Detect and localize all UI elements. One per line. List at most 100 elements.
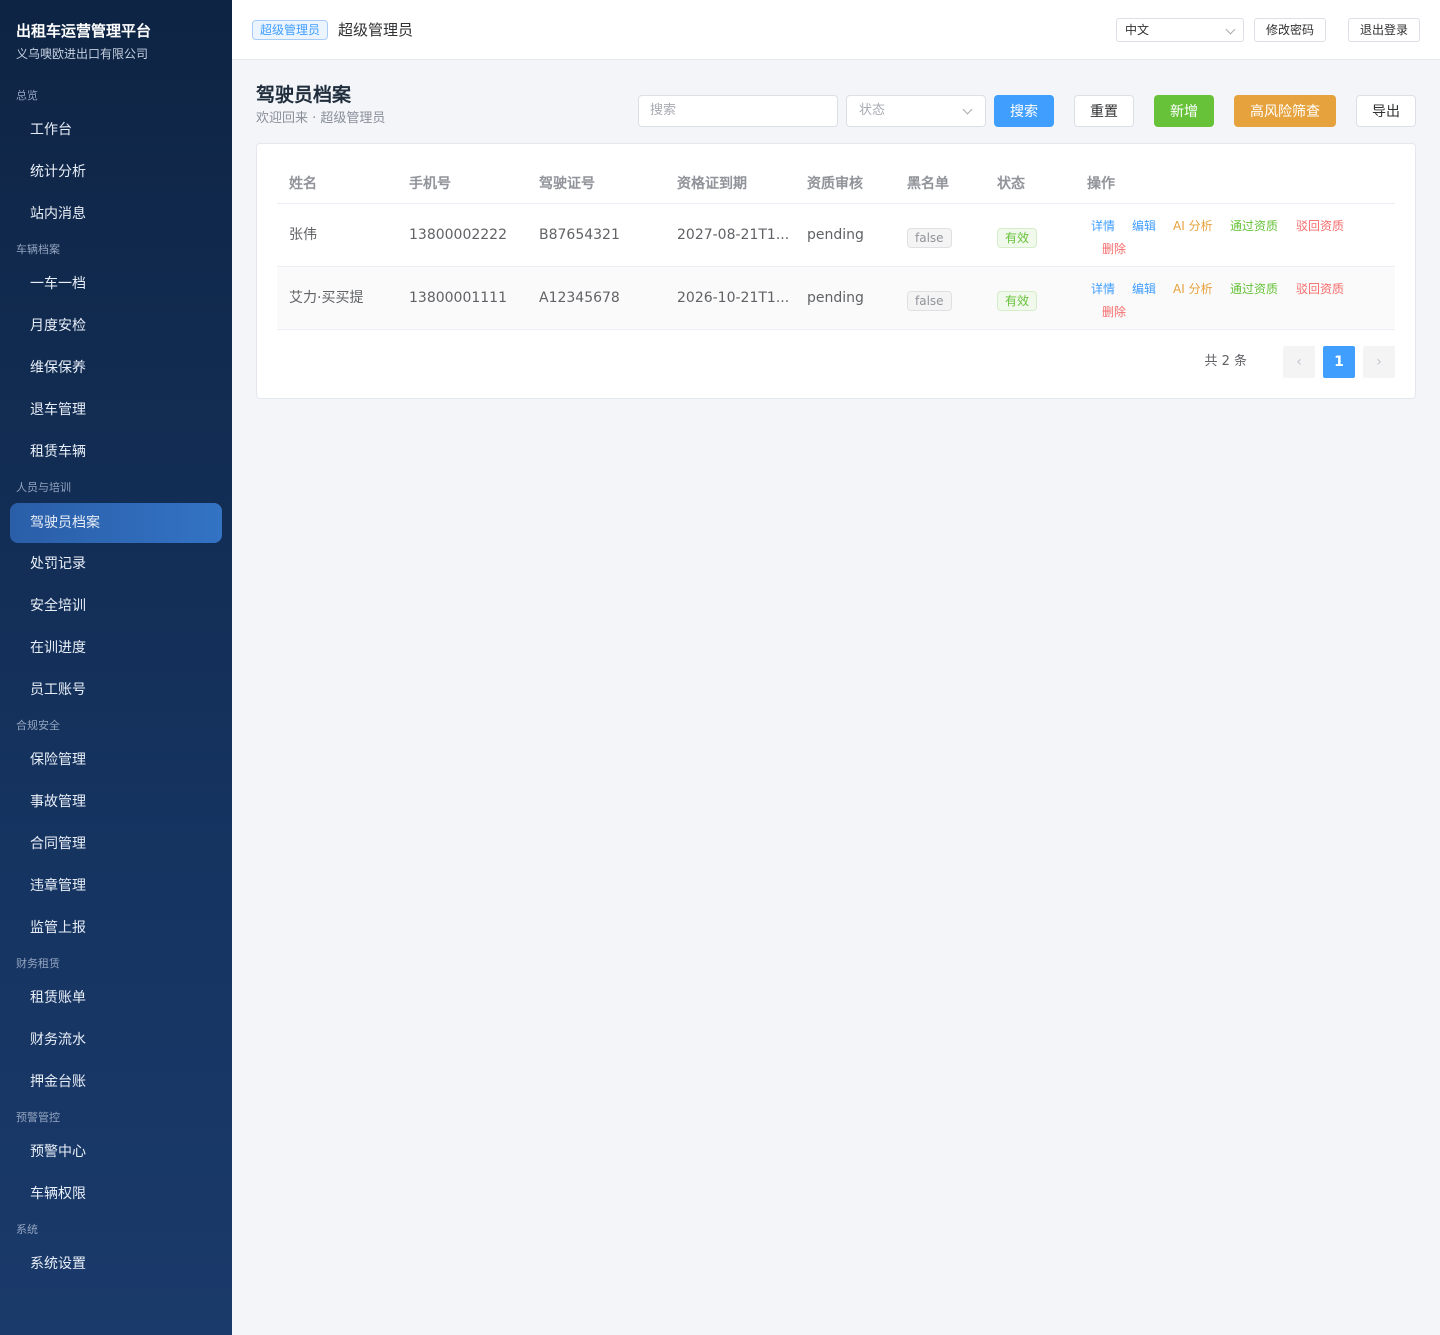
- sidebar: 出租车运营管理平台 义乌噢欧进出口有限公司 总览 工作台 统计分析 站内消息 车…: [0, 0, 232, 1335]
- nav-group-label: 财务租赁: [16, 957, 60, 970]
- ai-analysis-link[interactable]: AI 分析: [1173, 218, 1213, 234]
- column-header-status: 状态: [997, 176, 1025, 192]
- language-value: 中文: [1125, 23, 1150, 37]
- search-button[interactable]: 搜索: [994, 95, 1054, 127]
- sidebar-item-rental-bills[interactable]: 租赁账单: [10, 978, 222, 1020]
- edit-link[interactable]: 编辑: [1132, 281, 1156, 297]
- status-badge: 有效: [997, 228, 1038, 248]
- sidebar-item-system-settings[interactable]: 系统设置: [10, 1244, 222, 1286]
- nav-group-label: 人员与培训: [16, 481, 71, 494]
- chevron-down-icon: [1225, 24, 1236, 35]
- detail-link[interactable]: 详情: [1091, 281, 1115, 297]
- risk-screen-button[interactable]: 高风险筛查: [1234, 95, 1336, 127]
- column-header-phone: 手机号: [409, 176, 451, 192]
- cell-review: pending: [807, 290, 864, 306]
- pagination-total: 共 2 条: [1204, 354, 1247, 369]
- search-input[interactable]: 搜索: [638, 95, 838, 127]
- sidebar-item-deposit-ledger[interactable]: 押金台账: [10, 1062, 222, 1104]
- company-name: 义乌噢欧进出口有限公司: [16, 47, 149, 61]
- cell-cert-expiry: 2026-10-21T1...: [677, 290, 790, 306]
- sidebar-item-vehicle-permissions[interactable]: 车辆权限: [10, 1174, 222, 1216]
- approve-link[interactable]: 通过资质: [1230, 218, 1278, 234]
- status-badge: 有效: [997, 291, 1038, 311]
- delete-link[interactable]: 删除: [1102, 304, 1126, 320]
- app-title: 出租车运营管理平台: [16, 22, 152, 40]
- sidebar-item-contracts[interactable]: 合同管理: [10, 824, 222, 866]
- prev-page-button[interactable]: ‹: [1283, 346, 1315, 378]
- table-header: 姓名 手机号 驾驶证号 资格证到期 资质审核 黑名单 状态 操作: [277, 164, 1395, 204]
- sidebar-item-staff-accounts[interactable]: 员工账号: [10, 670, 222, 712]
- nav-group-label: 系统: [16, 1223, 38, 1236]
- logout-button[interactable]: 退出登录: [1348, 18, 1421, 42]
- column-header-name: 姓名: [289, 176, 317, 192]
- sidebar-item-drivers[interactable]: 驾驶员档案: [10, 503, 222, 543]
- user-name: 超级管理员: [338, 21, 414, 39]
- cell-license: B87654321: [539, 227, 620, 243]
- status-placeholder: 状态: [859, 103, 886, 118]
- sidebar-item-statistics[interactable]: 统计分析: [10, 152, 222, 194]
- reject-link[interactable]: 驳回资质: [1296, 218, 1344, 234]
- cell-phone: 13800002222: [409, 227, 507, 243]
- column-header-review: 资质审核: [807, 176, 863, 192]
- sidebar-item-finance-flow[interactable]: 财务流水: [10, 1020, 222, 1062]
- cell-license: A12345678: [539, 290, 620, 306]
- column-header-blacklist: 黑名单: [907, 176, 949, 192]
- language-select[interactable]: 中文: [1116, 18, 1244, 42]
- reset-button[interactable]: 重置: [1074, 95, 1134, 127]
- nav-group-label: 车辆档案: [16, 243, 60, 256]
- cell-name: 艾力·买买提: [289, 290, 364, 306]
- nav-group-label: 预警管控: [16, 1111, 60, 1124]
- cell-name: 张伟: [289, 227, 317, 243]
- sidebar-item-penalties[interactable]: 处罚记录: [10, 544, 222, 586]
- sidebar-nav: 总览 工作台 统计分析 站内消息 车辆档案 一车一档 月度安检 维保保养 退车管…: [0, 82, 232, 1286]
- page-number-button[interactable]: 1: [1323, 346, 1355, 378]
- driver-table: 姓名 手机号 驾驶证号 资格证到期 资质审核 黑名单 状态 操作 张伟 1380…: [277, 164, 1395, 330]
- change-password-button[interactable]: 修改密码: [1254, 18, 1327, 42]
- status-select[interactable]: 状态: [846, 95, 986, 127]
- sidebar-item-maintenance[interactable]: 维保保养: [10, 348, 222, 390]
- sidebar-item-accidents[interactable]: 事故管理: [10, 782, 222, 824]
- sidebar-item-regulatory-report[interactable]: 监管上报: [10, 908, 222, 950]
- blacklist-tag: false: [907, 291, 952, 311]
- nav-group-label: 总览: [16, 89, 38, 102]
- sidebar-item-safety-training[interactable]: 安全培训: [10, 586, 222, 628]
- edit-link[interactable]: 编辑: [1132, 218, 1156, 234]
- cell-cert-expiry: 2027-08-21T1...: [677, 227, 790, 243]
- pagination: 共 2 条 ‹ 1 ›: [1195, 346, 1395, 378]
- ai-analysis-link[interactable]: AI 分析: [1173, 281, 1213, 297]
- sidebar-item-monthly-inspection[interactable]: 月度安检: [10, 306, 222, 348]
- sidebar-item-messages[interactable]: 站内消息: [10, 194, 222, 236]
- sidebar-item-rental-vehicles[interactable]: 租赁车辆: [10, 432, 222, 474]
- table-row: 张伟 13800002222 B87654321 2027-08-21T1...…: [277, 204, 1395, 267]
- column-header-actions: 操作: [1087, 176, 1115, 192]
- sidebar-item-insurance[interactable]: 保险管理: [10, 740, 222, 782]
- brand: 出租车运营管理平台 义乌噢欧进出口有限公司: [0, 0, 232, 82]
- cell-phone: 13800001111: [409, 290, 507, 306]
- column-header-cert-expiry: 资格证到期: [677, 176, 747, 192]
- sidebar-item-training-progress[interactable]: 在训进度: [10, 628, 222, 670]
- table-row: 艾力·买买提 13800001111 A12345678 2026-10-21T…: [277, 267, 1395, 330]
- sidebar-item-dashboard[interactable]: 工作台: [10, 110, 222, 152]
- sidebar-item-alert-center[interactable]: 预警中心: [10, 1132, 222, 1174]
- search-placeholder: 搜索: [650, 103, 677, 118]
- sidebar-item-vehicle-file[interactable]: 一车一档: [10, 264, 222, 306]
- delete-link[interactable]: 删除: [1102, 241, 1126, 257]
- export-button[interactable]: 导出: [1356, 95, 1416, 127]
- sidebar-item-violations[interactable]: 违章管理: [10, 866, 222, 908]
- cell-review: pending: [807, 227, 864, 243]
- role-badge: 超级管理员: [252, 20, 329, 40]
- chevron-down-icon: [962, 104, 973, 115]
- add-button[interactable]: 新增: [1154, 95, 1214, 127]
- topbar: 超级管理员 超级管理员 中文 修改密码 退出登录: [232, 0, 1440, 60]
- page-title: 驾驶员档案: [256, 84, 352, 106]
- sidebar-item-vehicle-return[interactable]: 退车管理: [10, 390, 222, 432]
- column-header-license: 驾驶证号: [539, 176, 595, 192]
- next-page-button[interactable]: ›: [1363, 346, 1395, 378]
- reject-link[interactable]: 驳回资质: [1296, 281, 1344, 297]
- detail-link[interactable]: 详情: [1091, 218, 1115, 234]
- driver-table-card: 姓名 手机号 驾驶证号 资格证到期 资质审核 黑名单 状态 操作 张伟 1380…: [256, 143, 1416, 399]
- approve-link[interactable]: 通过资质: [1230, 281, 1278, 297]
- blacklist-tag: false: [907, 228, 952, 248]
- nav-group-label: 合规安全: [16, 719, 60, 732]
- page-subtitle: 欢迎回来 · 超级管理员: [256, 111, 386, 126]
